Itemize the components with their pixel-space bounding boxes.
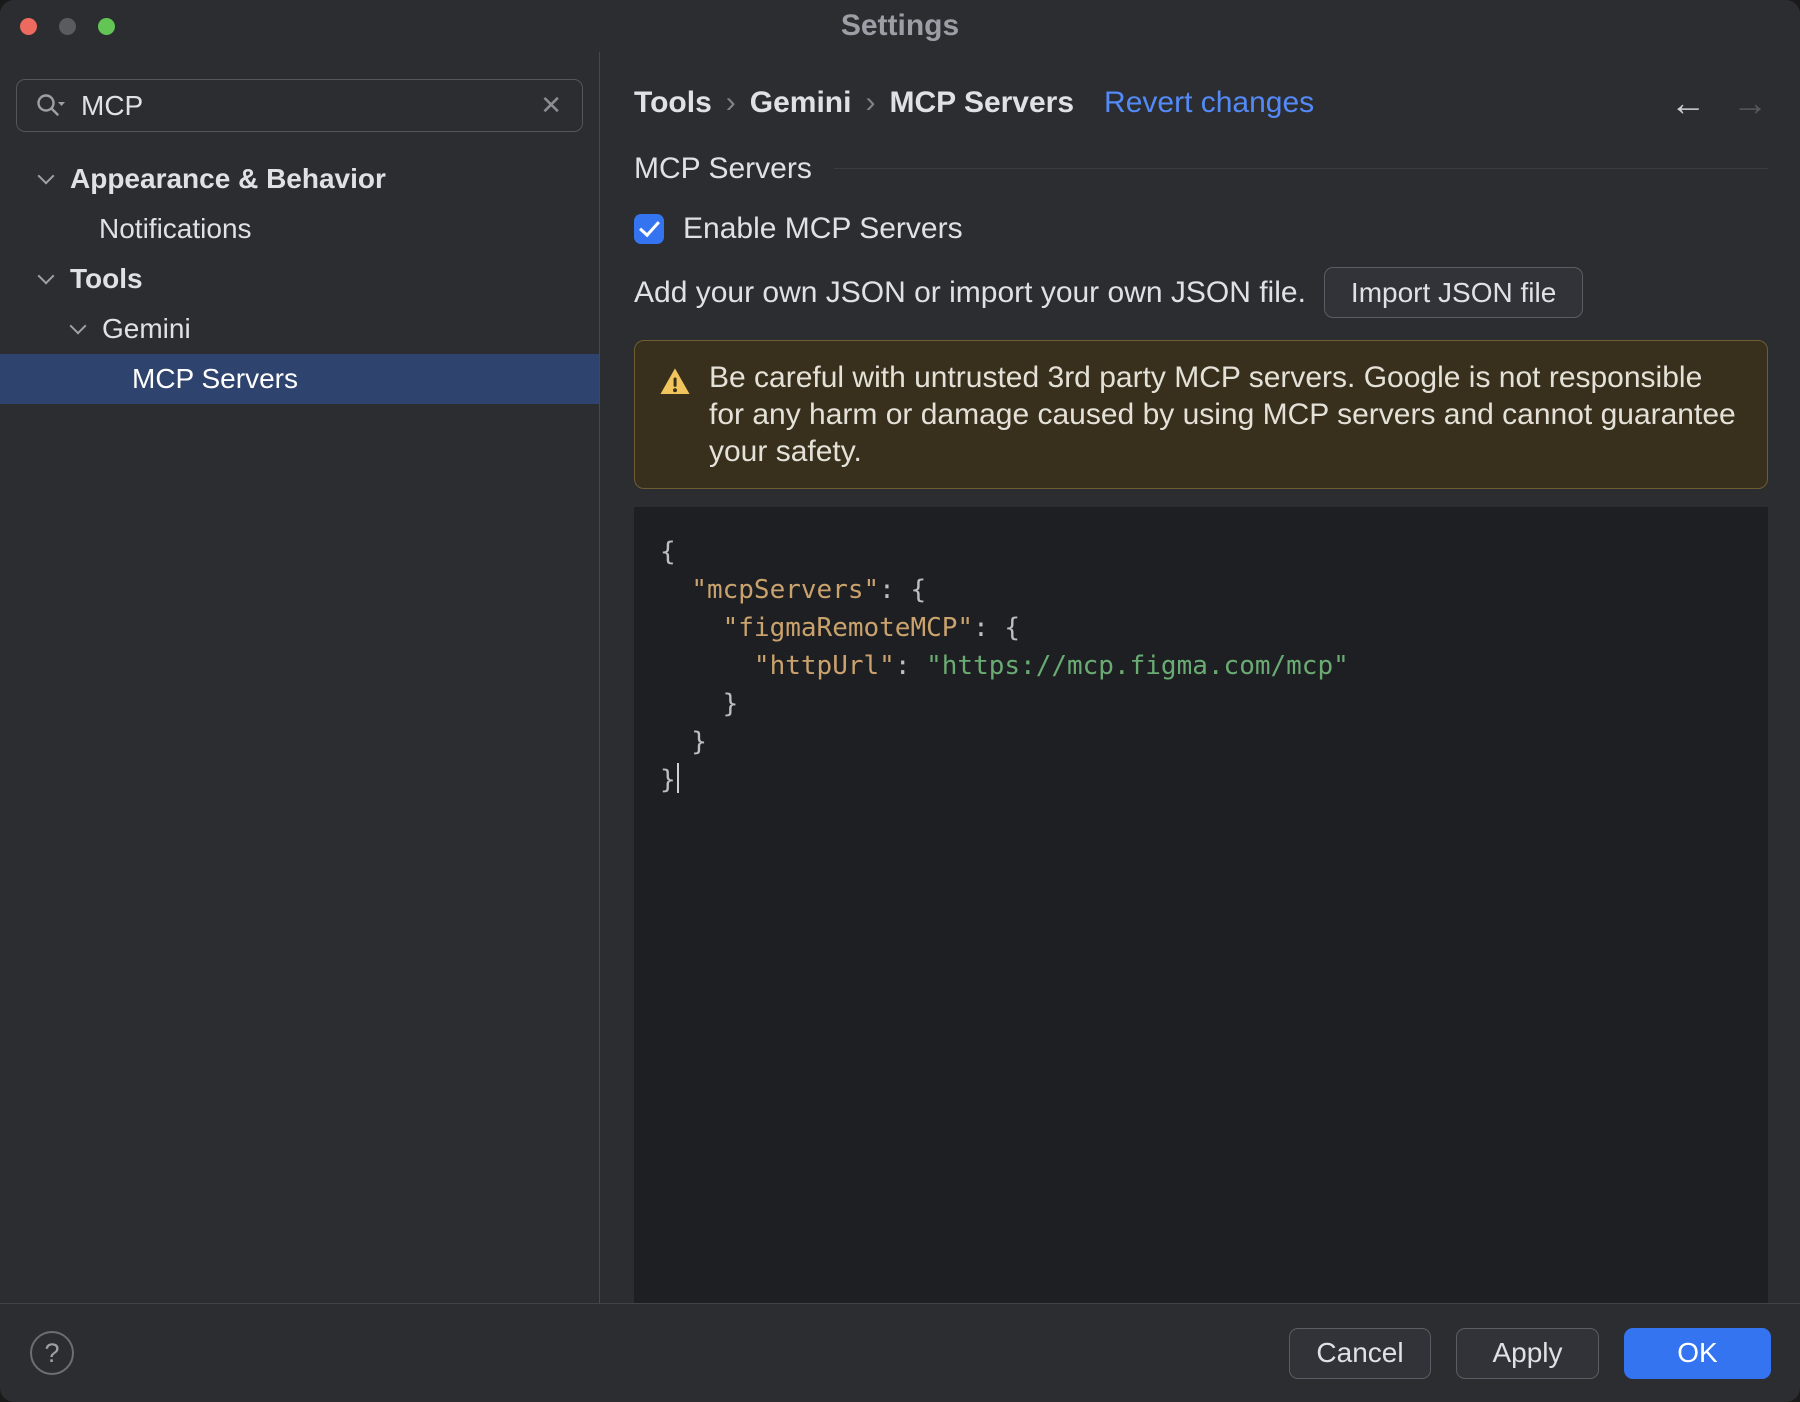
sidebar-item-label: Tools	[70, 263, 143, 294]
section-title: MCP Servers	[634, 151, 812, 185]
chevron-down-icon[interactable]	[69, 317, 87, 335]
import-json-file-button[interactable]: Import JSON file	[1323, 267, 1584, 319]
text-cursor	[676, 763, 679, 794]
forward-arrow-icon: →	[1732, 82, 1768, 123]
mcp-json-editor[interactable]: { "mcpServers": { "figmaRemoteMCP": { "h…	[634, 507, 1768, 1303]
zoom-window-button[interactable]	[98, 17, 115, 35]
sidebar-item-mcp-servers[interactable]: MCP Servers	[0, 354, 599, 404]
close-window-button[interactable]	[20, 17, 37, 35]
section-divider	[833, 168, 1768, 170]
help-icon: ?	[44, 1337, 60, 1368]
breadcrumb-gemini[interactable]: Gemini	[750, 86, 852, 120]
sidebar-item-label: Notifications	[99, 213, 252, 244]
back-arrow-icon[interactable]: ←	[1670, 82, 1706, 124]
import-instruction-text: Add your own JSON or import your own JSO…	[634, 275, 1306, 309]
enable-mcp-servers-checkbox[interactable]	[634, 213, 664, 244]
sidebar-item-gemini[interactable]: Gemini	[0, 304, 599, 354]
enable-mcp-servers-row[interactable]: Enable MCP Servers	[634, 208, 1768, 249]
help-button[interactable]: ?	[30, 1331, 74, 1375]
breadcrumb: Tools › Gemini › MCP Servers Revert chan…	[634, 82, 1768, 124]
revert-changes-link[interactable]: Revert changes	[1104, 86, 1314, 120]
chevron-down-icon[interactable]	[37, 267, 55, 285]
settings-sidebar: ✕ Appearance & Behavior Notifications To…	[0, 52, 600, 1303]
breadcrumb-tools[interactable]: Tools	[634, 86, 712, 120]
breadcrumb-separator: ›	[865, 86, 876, 119]
chevron-down-icon[interactable]	[37, 167, 55, 185]
sidebar-item-notifications[interactable]: Notifications	[0, 204, 599, 254]
title-bar: Settings	[0, 0, 1800, 52]
window-controls	[20, 0, 115, 52]
warning-icon	[659, 367, 691, 401]
minimize-window-button[interactable]	[59, 17, 76, 35]
sidebar-item-label: MCP Servers	[132, 363, 298, 394]
section-header: MCP Servers	[634, 148, 1768, 189]
ok-button[interactable]: OK	[1624, 1327, 1771, 1379]
json-editor-code: { "mcpServers": { "figmaRemoteMCP": { "h…	[660, 537, 1349, 796]
warning-banner: Be careful with untrusted 3rd party MCP …	[634, 340, 1768, 490]
settings-content: Tools › Gemini › MCP Servers Revert chan…	[600, 52, 1800, 1303]
settings-window: Settings ✕ Appearance & Behavior	[0, 0, 1800, 1402]
breadcrumb-separator: ›	[725, 86, 736, 119]
settings-tree: Appearance & Behavior Notifications Tool…	[0, 154, 599, 404]
search-input[interactable]	[81, 89, 537, 122]
sidebar-item-appearance-behavior[interactable]: Appearance & Behavior	[0, 154, 599, 204]
cancel-button[interactable]: Cancel	[1289, 1327, 1431, 1379]
dialog-footer: ? Cancel Apply OK	[0, 1303, 1800, 1402]
search-field[interactable]: ✕	[16, 79, 583, 132]
enable-mcp-servers-label[interactable]: Enable MCP Servers	[683, 212, 963, 246]
window-title: Settings	[840, 9, 960, 42]
sidebar-item-label: Gemini	[102, 313, 191, 344]
apply-button[interactable]: Apply	[1456, 1327, 1599, 1379]
sidebar-item-tools[interactable]: Tools	[0, 254, 599, 304]
warning-text: Be careful with untrusted 3rd party MCP …	[709, 361, 1736, 469]
clear-search-icon[interactable]: ✕	[536, 90, 566, 121]
breadcrumb-mcp-servers[interactable]: MCP Servers	[889, 86, 1074, 120]
sidebar-item-label: Appearance & Behavior	[70, 163, 386, 194]
search-icon[interactable]	[35, 92, 65, 120]
import-row: Add your own JSON or import your own JSO…	[634, 267, 1768, 319]
